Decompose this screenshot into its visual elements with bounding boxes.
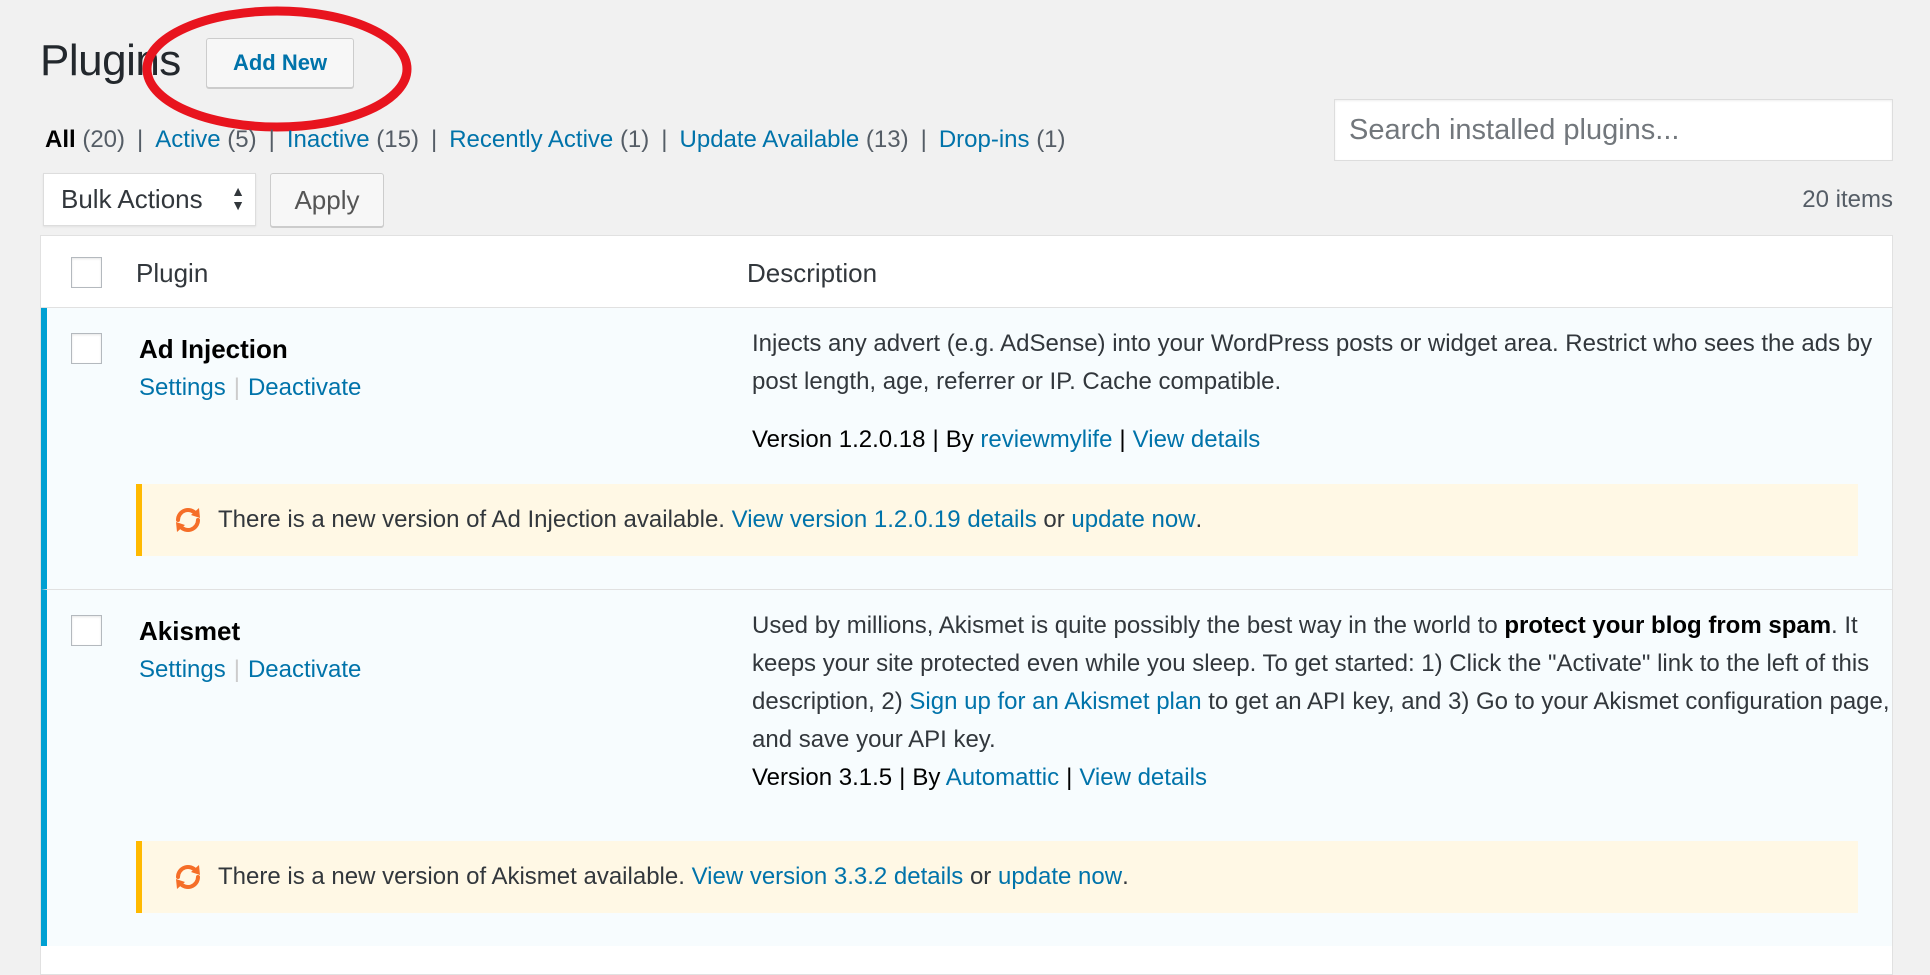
filter-drop-ins-label: Drop-ins — [938, 126, 1030, 153]
filter-recently-active-label: Recently Active — [449, 126, 614, 153]
filter-active[interactable]: Active (5) — [155, 126, 256, 153]
plugin-meta: Version 1.2.0.18 | By reviewmylife | View de… — [752, 426, 1260, 454]
filter-inactive-label: Inactive — [286, 126, 370, 153]
akismet-signup-link[interactable]: Sign up for an Akismet plan — [909, 688, 1201, 715]
notice-text: There is a new version of Akismet availa… — [218, 863, 685, 890]
filter-all-count: (20) — [82, 126, 126, 153]
plugins-table: Plugin Description Ad Injection Settings… — [40, 235, 1893, 975]
search-placeholder: Search installed plugins... — [1349, 113, 1680, 146]
filter-separator: | — [268, 126, 275, 153]
deactivate-link[interactable]: Deactivate — [248, 656, 361, 683]
plugin-author-link[interactable]: Automattic — [946, 764, 1059, 791]
update-notice: There is a new version of Ad Injection a… — [136, 484, 1858, 556]
plugin-version: Version 3.1.5 — [752, 764, 893, 791]
view-version-details-link[interactable]: View version 3.3.2 details — [692, 863, 964, 891]
table-header: Plugin Description — [41, 236, 1892, 308]
items-count: 20 items — [1802, 186, 1893, 213]
notice-or: or — [969, 863, 992, 890]
row-actions: Settings | Deactivate — [139, 374, 361, 402]
filter-separator: | — [661, 126, 668, 153]
plugin-by-label: By — [945, 426, 974, 453]
view-details-link[interactable]: View details — [1079, 764, 1207, 791]
filter-separator: | — [920, 126, 927, 153]
update-now-link[interactable]: update now — [998, 863, 1122, 891]
meta-separator: | — [1066, 764, 1073, 791]
update-now-link[interactable]: update now — [1071, 506, 1195, 534]
settings-link[interactable]: Settings — [139, 374, 226, 401]
filter-active-count: (5) — [227, 126, 257, 153]
column-header-description: Description — [747, 258, 878, 288]
filter-recently-active[interactable]: Recently Active (1) — [449, 126, 649, 153]
row-actions-separator: | — [233, 656, 240, 683]
select-all-checkbox[interactable] — [71, 257, 102, 288]
plugin-by-label: By — [912, 764, 941, 791]
filter-inactive[interactable]: Inactive (15) — [287, 126, 419, 153]
apply-button[interactable]: Apply — [270, 173, 384, 227]
notice-end: . — [1195, 506, 1203, 533]
notice-end: . — [1122, 863, 1129, 890]
plugin-description: Used by millions, Akismet is quite possi… — [752, 607, 1892, 759]
plugin-description: Injects any advert (e.g. AdSense) into y… — [752, 330, 1873, 395]
deactivate-link[interactable]: Deactivate — [248, 374, 361, 401]
row-checkbox[interactable] — [71, 615, 102, 646]
plugin-name: Ad Injection — [139, 334, 288, 364]
bulk-actions-select[interactable]: Bulk Actions ▲ ▼ — [43, 173, 256, 226]
page-title: Plugins — [40, 36, 181, 85]
settings-link[interactable]: Settings — [139, 656, 226, 683]
filter-all[interactable]: All (20) — [45, 126, 125, 153]
filter-all-label: All — [45, 126, 76, 153]
filter-update-available-label: Update Available — [679, 126, 860, 153]
add-new-button[interactable]: Add New — [206, 38, 354, 88]
plugin-version: Version 1.2.0.18 — [752, 426, 926, 453]
update-notice: There is a new version of Akismet availa… — [136, 841, 1858, 913]
plugin-name: Akismet — [139, 616, 241, 646]
meta-separator: | — [899, 764, 906, 791]
bulk-actions-value: Bulk Actions — [61, 184, 203, 214]
update-icon — [176, 508, 200, 532]
filter-inactive-count: (15) — [376, 126, 419, 153]
plugin-author-link[interactable]: reviewmylife — [980, 426, 1112, 453]
filter-separator: | — [137, 126, 144, 153]
row-checkbox[interactable] — [71, 333, 102, 364]
description-text: Used by millions, Akismet is quite possi… — [752, 612, 1505, 639]
description-bold-text: protect your blog from spam — [1504, 612, 1832, 639]
search-plugins-input[interactable]: Search installed plugins... — [1334, 99, 1893, 161]
filter-recently-active-count: (1) — [619, 126, 650, 153]
view-version-details-link[interactable]: View version 1.2.0.19 details — [732, 506, 1037, 534]
row-actions-separator: | — [233, 374, 240, 401]
notice-or: or — [1043, 506, 1065, 533]
row-actions: Settings | Deactivate — [139, 656, 361, 684]
filter-separator: | — [430, 126, 438, 153]
meta-separator: | — [932, 426, 939, 453]
filter-drop-ins[interactable]: Drop-ins (1) — [939, 126, 1066, 153]
plugin-meta: Version 3.1.5 | By Automattic | View details — [752, 764, 1207, 792]
notice-text: There is a new version of Ad Injection a… — [218, 506, 725, 533]
column-header-plugin[interactable]: Plugin — [136, 258, 208, 289]
filter-active-label: Active — [155, 126, 221, 153]
update-icon — [176, 865, 200, 889]
plugin-status-filters: All (20) | Active (5) | Inactive (15) | Recent… — [45, 126, 1066, 154]
select-arrows-icon: ▲ ▼ — [231, 183, 245, 213]
filter-update-available-count: (13) — [865, 126, 909, 153]
filter-update-available[interactable]: Update Available (13) — [680, 126, 909, 153]
meta-separator: | — [1119, 426, 1126, 453]
view-details-link[interactable]: View details — [1133, 426, 1261, 453]
table-row: Akismet Settings | Deactivate Used by mill… — [41, 590, 1892, 946]
filter-drop-ins-count: (1) — [1036, 126, 1066, 153]
table-row: Ad Injection Settings | Deactivate Injects… — [41, 308, 1892, 590]
